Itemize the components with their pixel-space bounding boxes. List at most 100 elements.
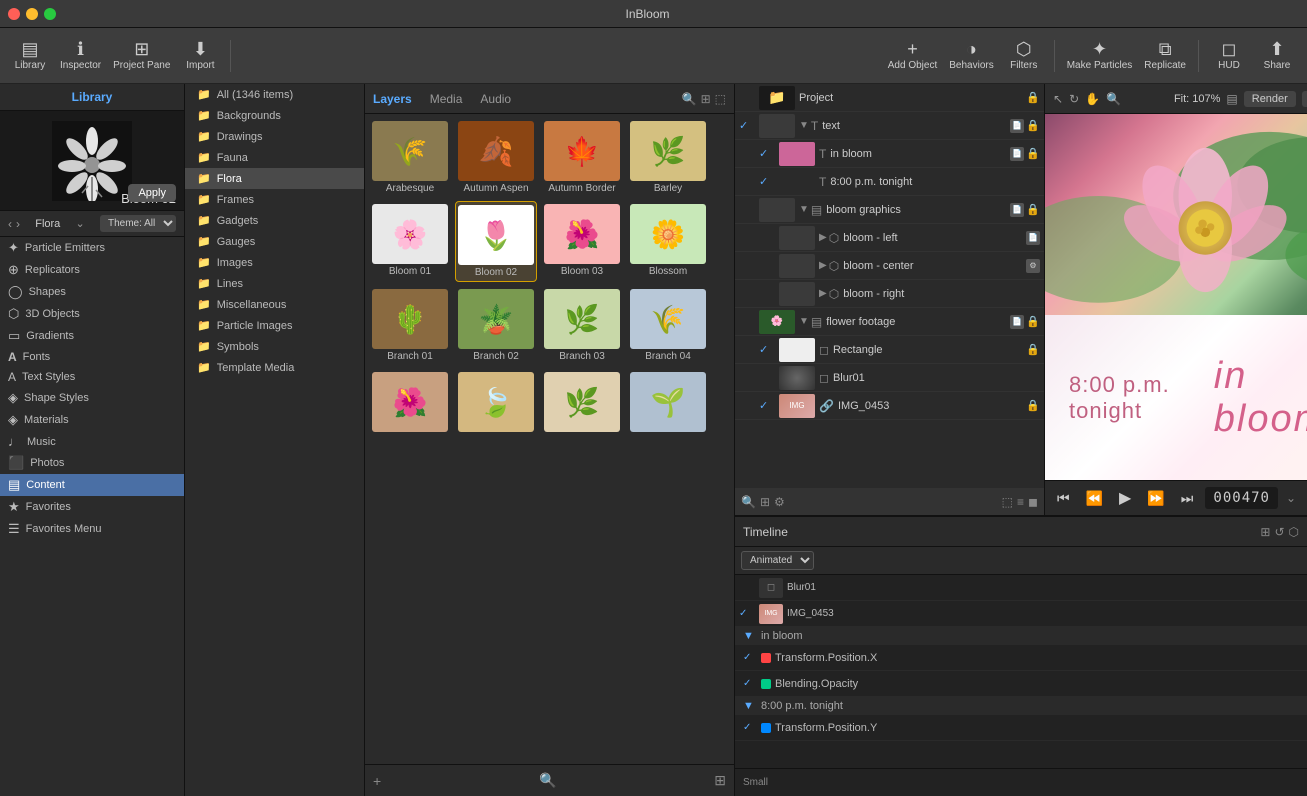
close-button[interactable]	[8, 8, 20, 20]
timeline-grid-icon[interactable]: ⊞	[1260, 525, 1270, 539]
cat-item-lines[interactable]: 📁 Lines	[185, 273, 364, 294]
expand-arrow-icon[interactable]: ▼	[799, 120, 809, 131]
play-button[interactable]: ▶	[1115, 486, 1135, 510]
add-layer-icon[interactable]: ⊞	[760, 495, 770, 509]
layer-row[interactable]: ✓ T in bloom 📄 🔒	[735, 140, 1044, 168]
pan-tool[interactable]: ✋	[1085, 92, 1100, 106]
layer-options-icon[interactable]: ⚙	[774, 495, 785, 509]
sidebar-item-shapes[interactable]: ◯ Shapes	[0, 281, 184, 303]
thumbnail-item-autumn-aspen[interactable]: 🍂Autumn Aspen	[455, 118, 537, 197]
add-media-icon[interactable]: +	[373, 773, 381, 789]
expand-arrow-icon[interactable]: ▶	[819, 232, 827, 243]
add-object-button[interactable]: + Add Object	[884, 34, 941, 78]
minimize-button[interactable]	[26, 8, 38, 20]
thumbnail-item-barley[interactable]: 🌿Barley	[627, 118, 709, 197]
sidebar-item-particle-emitters[interactable]: ✦ Particle Emitters	[0, 237, 184, 259]
pointer-tool[interactable]: ↖	[1053, 92, 1063, 106]
go-to-start-button[interactable]: ⏮	[1053, 488, 1074, 509]
expand-arrow-icon[interactable]: ▼	[799, 316, 809, 327]
sidebar-item-music[interactable]: ♩ Music	[0, 431, 184, 452]
insp-check[interactable]: ✓	[743, 652, 757, 663]
fit-dropdown[interactable]: Fit: 107%	[1174, 93, 1220, 105]
cat-item-images[interactable]: 📁 Images	[185, 252, 364, 273]
tab-layers[interactable]: Layers	[373, 92, 412, 106]
layer-visibility-check[interactable]: ✓	[759, 399, 775, 412]
library-button[interactable]: ▤ Library	[8, 34, 52, 78]
layer-grid-icon[interactable]: ⬚	[1002, 495, 1013, 509]
zoom-tool[interactable]: 🔍	[1106, 92, 1121, 106]
layer-row[interactable]: ✓ ▼ T text 📄 🔒	[735, 112, 1044, 140]
viewer-channels-icon[interactable]: ▤	[1226, 92, 1237, 106]
view-button[interactable]: View	[1302, 91, 1307, 107]
timeline-options-icon[interactable]: ⬡	[1289, 525, 1299, 539]
layer-row[interactable]: ◻ Blur01	[735, 364, 1044, 392]
layer-row[interactable]: ▶ ⬡ bloom - left 📄	[735, 224, 1044, 252]
layer-visibility-check[interactable]: ✓	[759, 175, 775, 188]
theme-select[interactable]: Theme: All	[100, 215, 176, 232]
thumbnail-item-branch-04[interactable]: 🌾Branch 04	[627, 286, 709, 365]
cat-item-drawings[interactable]: 📁 Drawings	[185, 126, 364, 147]
thumbnail-item-row4-2[interactable]: 🍃	[455, 369, 537, 437]
project-pane-button[interactable]: ⊞ Project Pane	[109, 34, 174, 78]
sidebar-item-gradients[interactable]: ▭ Gradients	[0, 325, 184, 347]
tl-visibility-check[interactable]: ✓	[739, 608, 755, 619]
timecode-display[interactable]: 000470	[1205, 487, 1278, 509]
render-button[interactable]: Render	[1244, 91, 1296, 107]
thumbnail-item-branch-02[interactable]: 🪴Branch 02	[455, 286, 537, 365]
cat-item-all[interactable]: 📁 All (1346 items)	[185, 84, 364, 105]
thumbnail-item-arabesque[interactable]: 🌾Arabesque	[369, 118, 451, 197]
expand-arrow-icon[interactable]: ▶	[819, 260, 827, 271]
cat-item-frames[interactable]: 📁 Frames	[185, 189, 364, 210]
layer-row[interactable]: ▶ ⬡ bloom - right	[735, 280, 1044, 308]
thumbnail-item-bloom-01[interactable]: 🌸Bloom 01	[369, 201, 451, 282]
flora-dropdown-icon[interactable]: ⌄	[76, 217, 85, 230]
expand-in-bloom-icon[interactable]: ▼	[743, 630, 754, 642]
sidebar-item-text-styles[interactable]: A Text Styles	[0, 367, 184, 387]
fast-forward-button[interactable]: ⏩	[1143, 488, 1168, 509]
layer-row[interactable]: ✓ T 8:00 p.m. tonight	[735, 168, 1044, 196]
search-icon[interactable]: 🔍	[682, 92, 697, 106]
sidebar-item-3d-objects[interactable]: ⬡ 3D Objects	[0, 303, 184, 325]
sidebar-item-shape-styles[interactable]: ◈ Shape Styles	[0, 387, 184, 409]
nav-forward-icon[interactable]: ›	[16, 217, 20, 231]
rotate-tool[interactable]: ↻	[1069, 92, 1079, 106]
apply-button[interactable]: Apply	[128, 184, 176, 202]
maximize-button[interactable]	[44, 8, 56, 20]
layer-list-icon[interactable]: ≡	[1017, 495, 1024, 509]
layer-row[interactable]: ▼ ▤ bloom graphics 📄 🔒	[735, 196, 1044, 224]
cat-item-gadgets[interactable]: 📁 Gadgets	[185, 210, 364, 231]
expand-arrow-icon[interactable]: ▼	[799, 204, 809, 215]
share-button[interactable]: ⬆ Share	[1255, 34, 1299, 78]
thumbnail-item-row4-3[interactable]: 🌿	[541, 369, 623, 437]
sidebar-item-photos[interactable]: ⬛ Photos	[0, 452, 184, 474]
layer-visibility-check[interactable]: ✓	[739, 119, 755, 132]
search-media-icon[interactable]: 🔍	[539, 772, 556, 789]
expand-800pm-icon[interactable]: ▼	[743, 700, 754, 712]
timeline-loop-icon[interactable]: ↺	[1274, 525, 1284, 539]
animated-mode-select[interactable]: Animated	[741, 551, 814, 570]
sidebar-item-replicators[interactable]: ⊕ Replicators	[0, 259, 184, 281]
sidebar-item-content[interactable]: ▤ Content	[0, 474, 184, 496]
thumbnail-item-bloom-03[interactable]: 🌺Bloom 03	[541, 201, 623, 282]
cat-item-fauna[interactable]: 📁 Fauna	[185, 147, 364, 168]
cat-item-flora[interactable]: 📁 Flora	[185, 168, 364, 189]
replicate-button[interactable]: ⧉ Replicate	[1140, 34, 1190, 78]
expand-arrow-icon[interactable]: ▶	[819, 288, 827, 299]
thumbnail-item-bloom-02[interactable]: 🌷Bloom 02	[455, 201, 537, 282]
layer-row[interactable]: ✓ ◻ Rectangle 🔒	[735, 336, 1044, 364]
timecode-dropdown-icon[interactable]: ⌄	[1286, 491, 1296, 505]
sidebar-item-fonts[interactable]: A Fonts	[0, 347, 184, 367]
search-layers-icon[interactable]: 🔍	[741, 495, 756, 509]
tab-audio[interactable]: Audio	[480, 92, 511, 106]
cat-item-miscellaneous[interactable]: 📁 Miscellaneous	[185, 294, 364, 315]
sidebar-item-favorites-menu[interactable]: ☰ Favorites Menu	[0, 518, 184, 540]
nav-back-icon[interactable]: ‹	[8, 217, 12, 231]
layer-row[interactable]: ✓ IMG 🔗 IMG_0453 🔒	[735, 392, 1044, 420]
thumbnail-item-row4-1[interactable]: 🌺	[369, 369, 451, 437]
grid-view-icon[interactable]: ⊞	[701, 92, 711, 106]
sidebar-item-materials[interactable]: ◈ Materials	[0, 409, 184, 431]
layer-row[interactable]: 📁 Project 🔒	[735, 84, 1044, 112]
make-particles-button[interactable]: ✦ Make Particles	[1063, 34, 1137, 78]
insp-check[interactable]: ✓	[743, 678, 757, 689]
cat-item-gauges[interactable]: 📁 Gauges	[185, 231, 364, 252]
